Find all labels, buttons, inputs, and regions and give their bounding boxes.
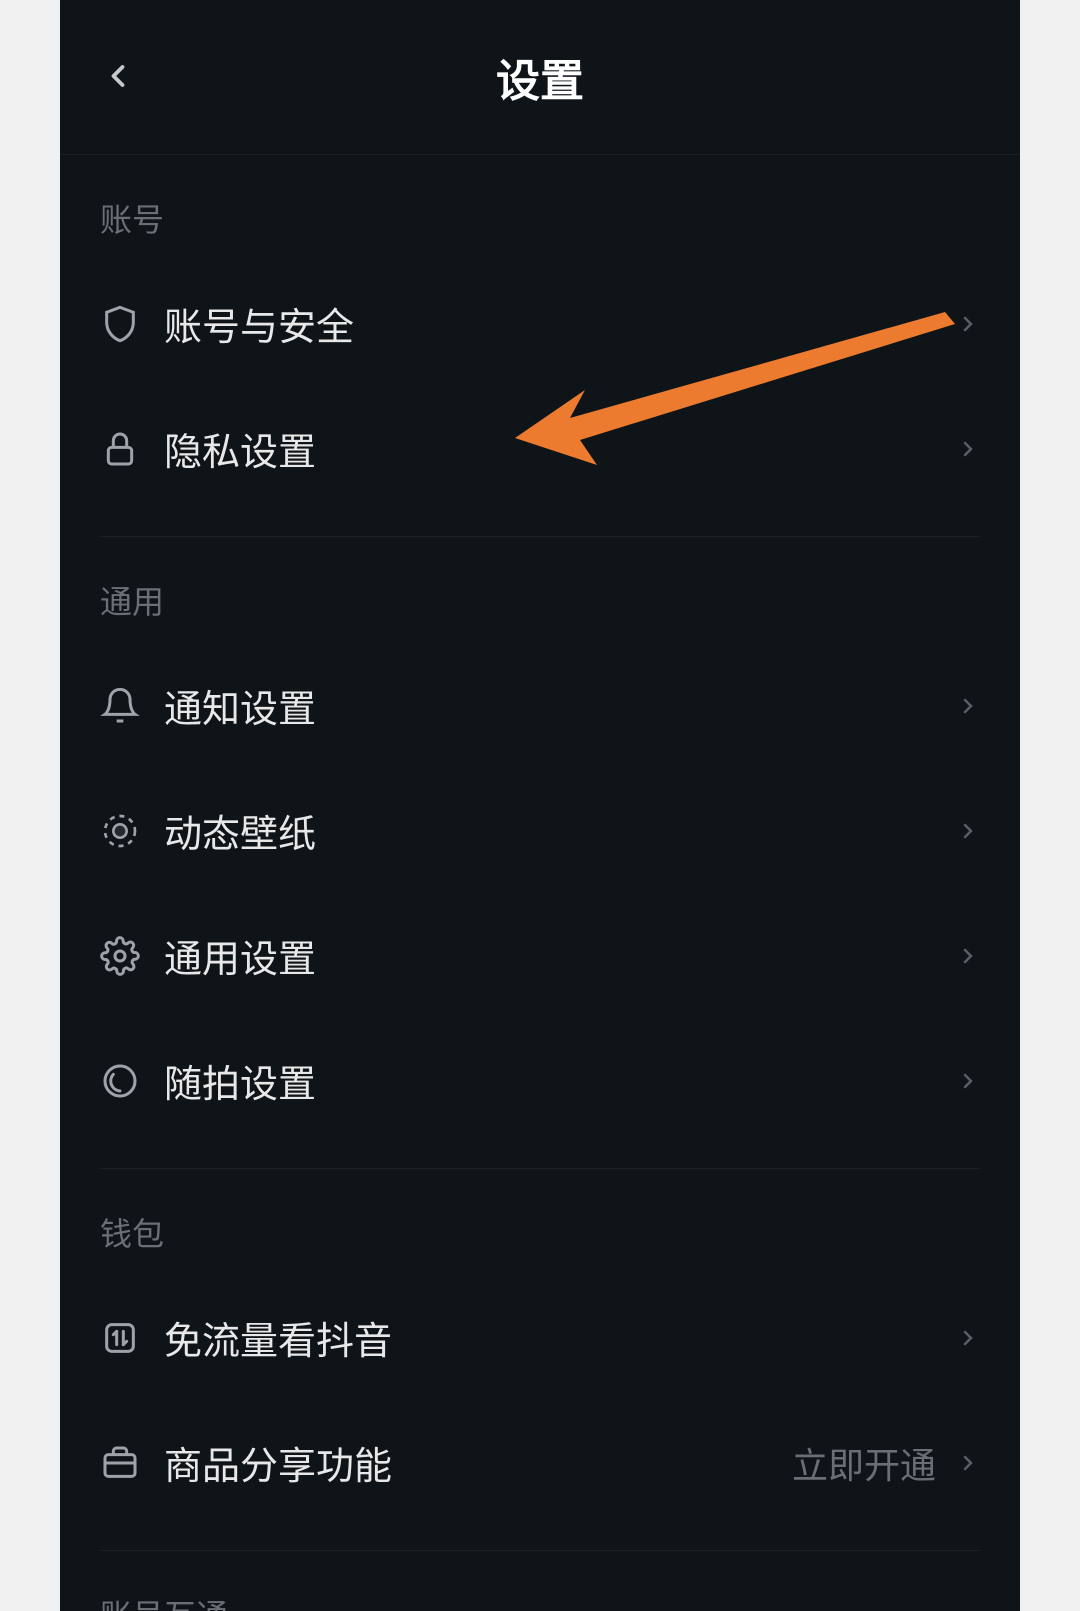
item-label: 随拍设置 (164, 1053, 956, 1108)
chevron-right-icon (956, 1442, 980, 1484)
chevron-right-icon (956, 1317, 980, 1359)
header: 设置 (60, 0, 1020, 155)
section-label-link: 账号互通 (60, 1551, 1020, 1611)
page-title: 设置 (496, 45, 584, 109)
chevron-right-icon (956, 303, 980, 345)
chevron-right-icon (956, 810, 980, 852)
item-label: 商品分享功能 (164, 1435, 792, 1490)
section-label-account: 账号 (60, 155, 1020, 261)
chevron-right-icon (956, 1060, 980, 1102)
item-general-settings[interactable]: 通用设置 (60, 893, 1020, 1018)
item-notification-settings[interactable]: 通知设置 (60, 643, 1020, 768)
back-button[interactable] (100, 47, 140, 107)
item-extra-text: 立即开通 (792, 1437, 936, 1489)
circle-icon (100, 1061, 164, 1101)
section-label-general: 通用 (60, 537, 1020, 643)
data-icon (100, 1318, 164, 1358)
chevron-right-icon (956, 935, 980, 977)
item-label: 动态壁纸 (164, 803, 956, 858)
shield-icon (100, 304, 164, 344)
item-privacy-settings[interactable]: 隐私设置 (60, 386, 1020, 511)
item-label: 隐私设置 (164, 421, 956, 476)
chevron-right-icon (956, 428, 980, 470)
item-snap-settings[interactable]: 随拍设置 (60, 1018, 1020, 1143)
settings-screen: 设置 账号 账号与安全 隐私设置 通用 (60, 0, 1020, 1611)
item-label: 账号与安全 (164, 296, 956, 351)
bell-icon (100, 686, 164, 726)
lock-icon (100, 429, 164, 469)
item-label: 通知设置 (164, 678, 956, 733)
item-live-wallpaper[interactable]: 动态壁纸 (60, 768, 1020, 893)
gear-icon (100, 936, 164, 976)
item-label: 通用设置 (164, 928, 956, 983)
item-label: 免流量看抖音 (164, 1310, 956, 1365)
briefcase-icon (100, 1443, 164, 1483)
section-label-wallet: 钱包 (60, 1169, 1020, 1275)
item-account-security[interactable]: 账号与安全 (60, 261, 1020, 386)
chevron-right-icon (956, 685, 980, 727)
target-icon (100, 811, 164, 851)
item-free-data-douyin[interactable]: 免流量看抖音 (60, 1275, 1020, 1400)
item-product-share[interactable]: 商品分享功能 立即开通 (60, 1400, 1020, 1525)
